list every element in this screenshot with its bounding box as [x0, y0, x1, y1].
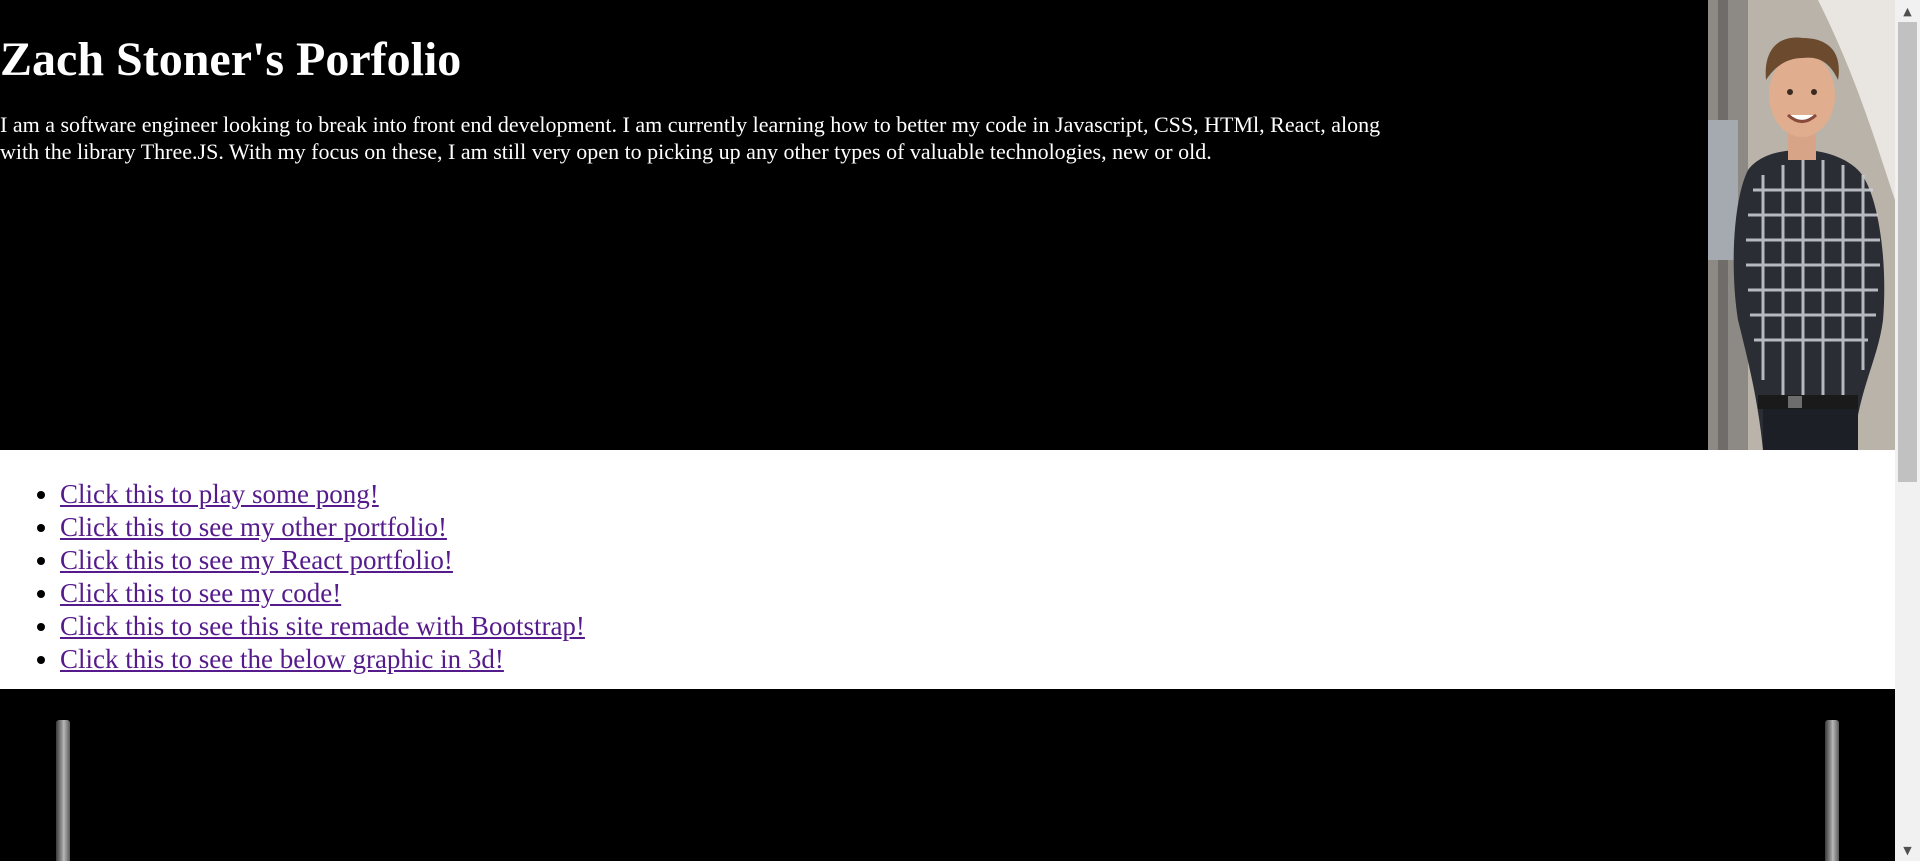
header-section: Zach Stoner's Porfolio I am a software e… — [0, 0, 1895, 450]
page-title: Zach Stoner's Porfolio — [0, 33, 462, 86]
list-item: Click this to see this site remade with … — [60, 610, 585, 643]
link-list: Click this to play some pong! Click this… — [0, 478, 585, 676]
page-content: Zach Stoner's Porfolio I am a software e… — [0, 0, 1895, 861]
scroll-down-arrow-icon[interactable]: ▼ — [1895, 839, 1920, 861]
scroll-up-arrow-icon[interactable]: ▲ — [1895, 0, 1920, 22]
list-item: Click this to see my React portfolio! — [60, 544, 585, 577]
list-item: Click this to see my other portfolio! — [60, 511, 585, 544]
intro-paragraph: I am a software engineer looking to brea… — [0, 112, 1381, 164]
vertical-scrollbar[interactable]: ▲ ▼ — [1895, 0, 1920, 861]
list-item: Click this to see the below graphic in 3… — [60, 643, 585, 676]
left-paddle — [56, 720, 70, 861]
browser-viewport: Zach Stoner's Porfolio I am a software e… — [0, 0, 1920, 861]
profile-photo — [1708, 0, 1895, 450]
code-link[interactable]: Click this to see my code! — [60, 578, 341, 608]
pong-graphic — [0, 689, 1895, 861]
react-portfolio-link[interactable]: Click this to see my React portfolio! — [60, 545, 453, 575]
link-list-section: Click this to play some pong! Click this… — [0, 450, 1895, 689]
graphic-3d-link[interactable]: Click this to see the below graphic in 3… — [60, 644, 504, 674]
right-paddle — [1825, 720, 1839, 861]
pong-link[interactable]: Click this to play some pong! — [60, 479, 379, 509]
list-item: Click this to play some pong! — [60, 478, 585, 511]
list-item: Click this to see my code! — [60, 577, 585, 610]
bootstrap-site-link[interactable]: Click this to see this site remade with … — [60, 611, 585, 641]
other-portfolio-link[interactable]: Click this to see my other portfolio! — [60, 512, 447, 542]
scrollbar-thumb[interactable] — [1898, 22, 1917, 482]
